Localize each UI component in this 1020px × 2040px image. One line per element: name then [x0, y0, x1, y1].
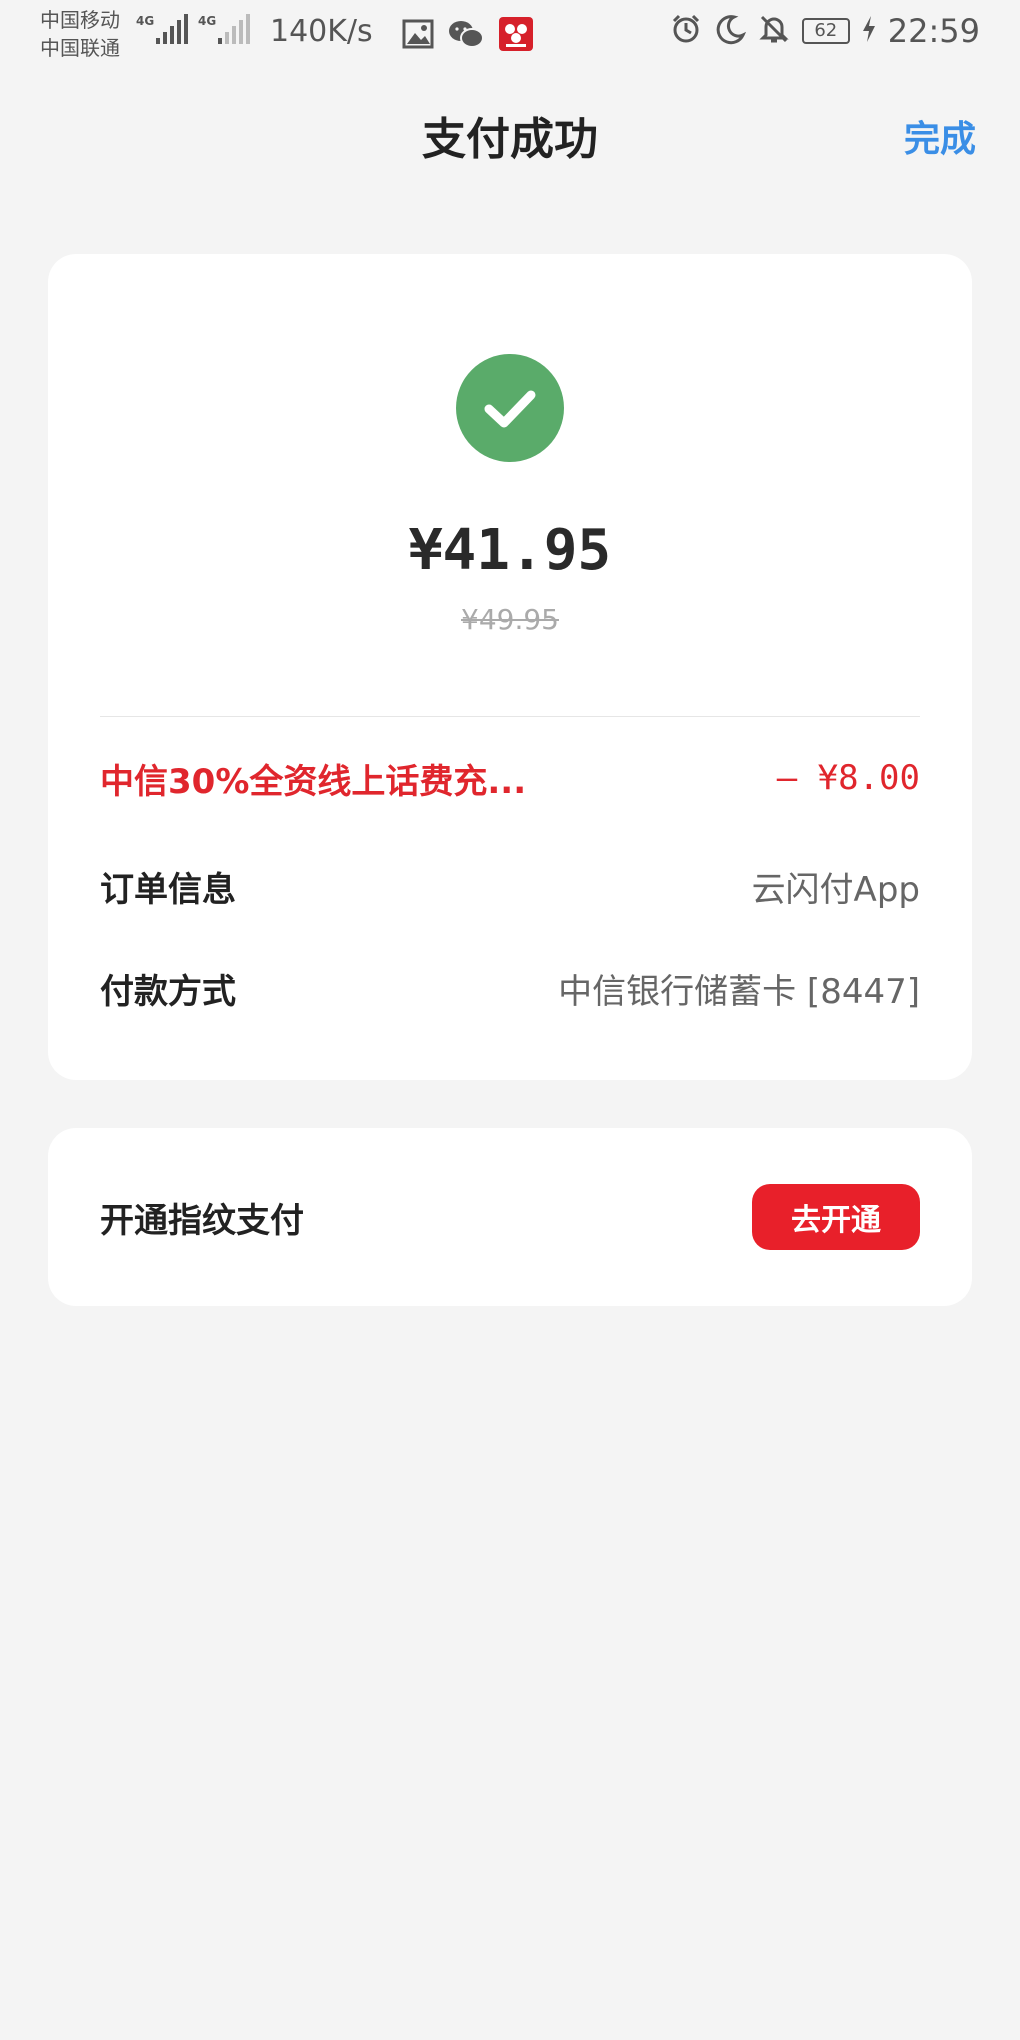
- original-amount: ¥49.95: [461, 603, 559, 636]
- enable-fingerprint-button[interactable]: 去开通: [752, 1184, 920, 1250]
- alarm-icon: [670, 13, 702, 49]
- status-indicators: 62 22:59: [670, 12, 980, 50]
- order-info-label: 订单信息: [100, 869, 236, 910]
- fingerprint-label: 开通指纹支付: [100, 1200, 304, 1241]
- payment-method-value: 中信银行储蓄卡 [8447]: [558, 971, 920, 1012]
- order-info-value: 云闪付App: [751, 869, 920, 910]
- order-info-row: 订单信息 云闪付App: [100, 858, 920, 914]
- wechat-icon: [448, 19, 484, 49]
- carrier-1: 中国移动: [40, 8, 120, 32]
- success-check-icon: [456, 354, 564, 462]
- carrier-2: 中国联通: [40, 36, 120, 60]
- paid-amount: ¥41.95: [408, 518, 612, 583]
- payment-result-card: ¥41.95 ¥49.95 中信30%全资线上话费充... – ¥8.00 订单…: [48, 254, 972, 1080]
- divider: [100, 716, 920, 717]
- network-type-1: 4G: [136, 14, 155, 28]
- gallery-icon: [402, 19, 434, 49]
- network-type-2: 4G: [198, 14, 217, 28]
- signal-bars-icon: [218, 14, 251, 44]
- mute-icon: [758, 13, 790, 49]
- charging-icon: [862, 15, 876, 47]
- discount-row: 中信30%全资线上话费充... – ¥8.00: [100, 750, 920, 806]
- payment-method-label: 付款方式: [100, 971, 236, 1012]
- fingerprint-row: 开通指纹支付 去开通: [100, 1184, 920, 1250]
- network-speed: 140K/s: [270, 14, 373, 49]
- page-title: 支付成功: [422, 114, 598, 165]
- payment-method-row: 付款方式 中信银行储蓄卡 [8447]: [100, 960, 920, 1016]
- done-button[interactable]: 完成: [904, 112, 976, 168]
- notification-icons: [402, 16, 534, 52]
- fingerprint-card: 开通指纹支付 去开通: [48, 1128, 972, 1306]
- battery-level: 62: [801, 18, 850, 44]
- discount-value: – ¥8.00: [776, 758, 920, 798]
- clock: 22:59: [887, 12, 980, 50]
- signal-bars-icon: [156, 14, 189, 44]
- signal-2: 4G: [198, 14, 251, 44]
- discount-label: 中信30%全资线上话费充...: [100, 761, 527, 802]
- status-bar: 中国移动 中国联通 4G 4G 140K/s 62 22:59: [0, 0, 1020, 72]
- moon-icon: [714, 13, 746, 49]
- signal-1: 4G: [136, 14, 189, 44]
- app-notification-icon: [498, 16, 534, 52]
- carrier-names: 中国移动 中国联通: [40, 6, 120, 62]
